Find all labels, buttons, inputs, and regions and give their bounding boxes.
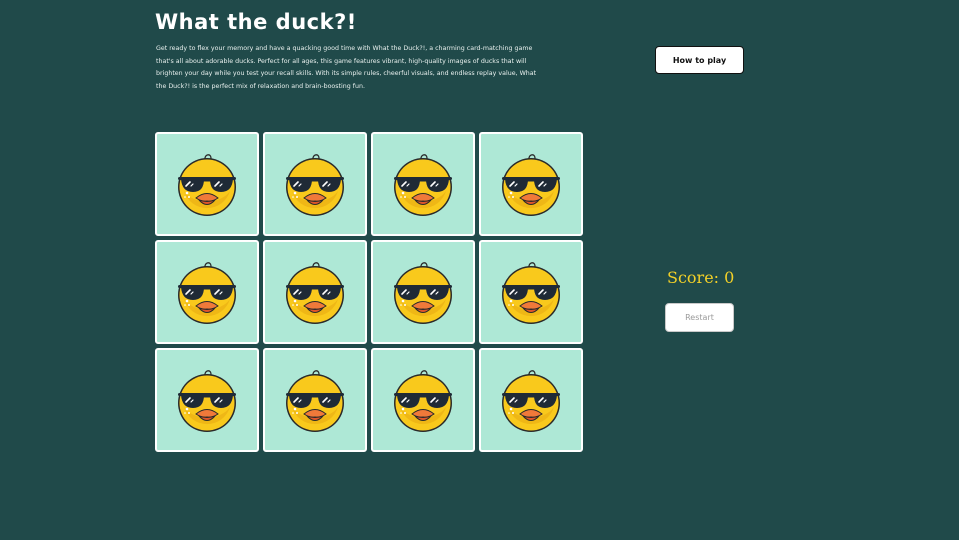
memory-card[interactable] xyxy=(155,348,259,452)
memory-card[interactable] xyxy=(479,240,583,344)
duck-sunglasses-icon xyxy=(178,370,236,432)
duck-sunglasses-icon xyxy=(502,154,560,216)
card-grid xyxy=(155,132,583,452)
memory-card[interactable] xyxy=(155,240,259,344)
memory-card[interactable] xyxy=(371,132,475,236)
duck-sunglasses-icon xyxy=(502,262,560,324)
duck-sunglasses-icon xyxy=(394,154,452,216)
memory-card[interactable] xyxy=(263,132,367,236)
duck-sunglasses-icon xyxy=(502,370,560,432)
game-description: Get ready to flex your memory and have a… xyxy=(156,45,537,90)
memory-card[interactable] xyxy=(371,348,475,452)
restart-button[interactable]: Restart xyxy=(665,303,734,332)
memory-card[interactable] xyxy=(479,132,583,236)
memory-card[interactable] xyxy=(263,348,367,452)
memory-card[interactable] xyxy=(155,132,259,236)
duck-sunglasses-icon xyxy=(394,262,452,324)
memory-card[interactable] xyxy=(479,348,583,452)
how-to-play-button[interactable]: How to play xyxy=(655,46,744,74)
memory-card[interactable] xyxy=(263,240,367,344)
page-title: What the duck?! xyxy=(155,10,357,34)
duck-sunglasses-icon xyxy=(178,262,236,324)
duck-sunglasses-icon xyxy=(286,370,344,432)
duck-sunglasses-icon xyxy=(286,262,344,324)
duck-sunglasses-icon xyxy=(178,154,236,216)
duck-sunglasses-icon xyxy=(394,370,452,432)
memory-card[interactable] xyxy=(371,240,475,344)
score-display: Score: 0 xyxy=(667,268,735,287)
duck-sunglasses-icon xyxy=(286,154,344,216)
